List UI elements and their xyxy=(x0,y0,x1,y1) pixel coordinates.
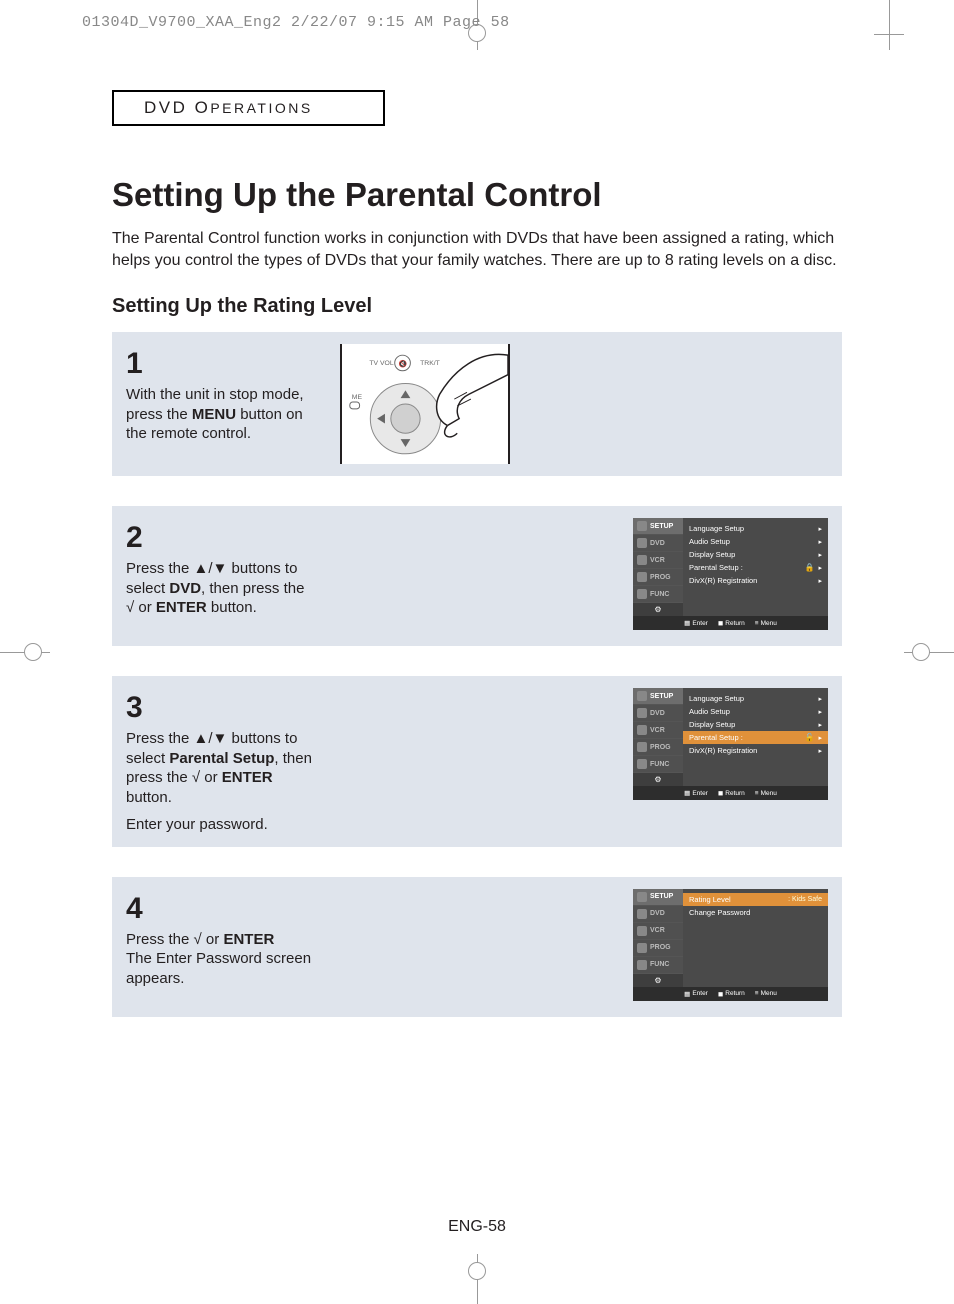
svg-text:ME: ME xyxy=(352,394,363,401)
osd-item-selected: Rating Level: Kids Safe xyxy=(683,893,828,906)
step-number: 1 xyxy=(126,344,316,383)
osd-tab: VCR xyxy=(633,923,683,940)
step-bold: MENU xyxy=(192,406,236,423)
osd-tab: VCR xyxy=(633,722,683,739)
func-icon xyxy=(637,960,647,970)
osd-footer: ▦ Enter ◼ Return ≡ Menu xyxy=(633,786,828,800)
prog-icon xyxy=(637,572,647,582)
osd-item: Audio Setup▸ xyxy=(689,535,822,548)
step-number: 3 xyxy=(126,688,316,727)
osd-tab: FUNC xyxy=(633,586,683,603)
osd-item: Language Setup▸ xyxy=(689,692,822,705)
osd-item: Change Password xyxy=(689,906,822,919)
step-bold: ENTER xyxy=(223,931,274,948)
step-text: Press the √ or xyxy=(126,931,223,948)
osd-tab: PROG xyxy=(633,940,683,957)
prog-icon xyxy=(637,742,647,752)
osd-tab: SETUP xyxy=(633,889,683,906)
osd-item: Language Setup▸ xyxy=(689,522,822,535)
step-bold: DVD xyxy=(169,580,201,597)
vcr-icon xyxy=(637,555,647,565)
step-number: 2 xyxy=(126,518,316,557)
step-bold: Parental Setup xyxy=(169,750,274,767)
section-label-small: PERATIONS xyxy=(210,100,312,116)
osd-item: Display Setup▸ xyxy=(689,548,822,561)
lock-open-icon: 🔓 xyxy=(805,733,815,742)
dvd-icon xyxy=(637,708,647,718)
osd-tab: FUNC xyxy=(633,756,683,773)
step-bold: ENTER xyxy=(156,599,207,616)
print-slug: 01304D_V9700_XAA_Eng2 2/22/07 9:15 AM Pa… xyxy=(82,14,510,31)
osd-tab: DVD xyxy=(633,906,683,923)
osd-tab: DVD xyxy=(633,705,683,722)
svg-text:TRK/T: TRK/T xyxy=(420,360,441,367)
osd-item: DivX(R) Registration▸ xyxy=(689,574,822,587)
dvd-icon xyxy=(637,538,647,548)
step-text: button. xyxy=(207,599,257,616)
svg-text:🔇: 🔇 xyxy=(399,359,408,368)
step-bold: ENTER xyxy=(222,769,273,786)
osd-item: Audio Setup▸ xyxy=(689,705,822,718)
osd-item: Parental Setup :🔒▸ xyxy=(689,561,822,574)
step-text: button. xyxy=(126,789,172,806)
vcr-icon xyxy=(637,725,647,735)
osd-screenshot-3: SETUP DVD VCR PROG FUNC ⚙ Language Setup… xyxy=(633,688,828,800)
page-title: Setting Up the Parental Control xyxy=(112,176,842,214)
gear-icon xyxy=(637,521,647,531)
gear-icon xyxy=(637,892,647,902)
osd-tab: DVD xyxy=(633,535,683,552)
osd-tab: SETUP xyxy=(633,518,683,535)
osd-screenshot-2: SETUP DVD VCR PROG FUNC ⚙ Language Setup… xyxy=(633,518,828,630)
prog-icon xyxy=(637,943,647,953)
intro-paragraph: The Parental Control function works in c… xyxy=(112,228,842,271)
remote-illustration: TV VOL 🔇 TRK/T ME xyxy=(340,344,510,464)
osd-tab: VCR xyxy=(633,552,683,569)
vcr-icon xyxy=(637,926,647,936)
func-icon xyxy=(637,589,647,599)
osd-footer: ▦ Enter ◼ Return ≡ Menu xyxy=(633,616,828,630)
subheading: Setting Up the Rating Level xyxy=(112,295,842,318)
lock-icon: 🔒 xyxy=(805,563,815,572)
func-icon xyxy=(637,759,647,769)
step-4: 4 Press the √ or ENTER The Enter Passwor… xyxy=(112,877,842,1017)
step-number: 4 xyxy=(126,889,316,928)
osd-screenshot-4: SETUP DVD VCR PROG FUNC ⚙ Rating Level: … xyxy=(633,889,828,1001)
svg-text:TV VOL: TV VOL xyxy=(369,360,393,367)
dvd-icon xyxy=(637,909,647,919)
osd-footer: ▦ Enter ◼ Return ≡ Menu xyxy=(633,987,828,1001)
step-text: Enter your password. xyxy=(126,816,268,833)
osd-tab: PROG xyxy=(633,739,683,756)
gear-icon xyxy=(637,691,647,701)
step-text: The Enter Password screen appears. xyxy=(126,949,316,988)
osd-tab: PROG xyxy=(633,569,683,586)
section-label: DVD O xyxy=(144,98,210,117)
osd-item-selected: Parental Setup :🔓▸ xyxy=(683,731,828,744)
step-2: 2 Press the ▲/▼ buttons to select DVD, t… xyxy=(112,506,842,646)
page-number: ENG-58 xyxy=(448,1218,506,1236)
step-3: 3 Press the ▲/▼ buttons to select Parent… xyxy=(112,676,842,847)
section-label-box: DVD OPERATIONS xyxy=(112,90,385,126)
step-1: 1 With the unit in stop mode, press the … xyxy=(112,332,842,476)
osd-tab: FUNC xyxy=(633,957,683,974)
osd-item: Display Setup▸ xyxy=(689,718,822,731)
osd-item: DivX(R) Registration▸ xyxy=(689,744,822,757)
osd-tab: SETUP xyxy=(633,688,683,705)
